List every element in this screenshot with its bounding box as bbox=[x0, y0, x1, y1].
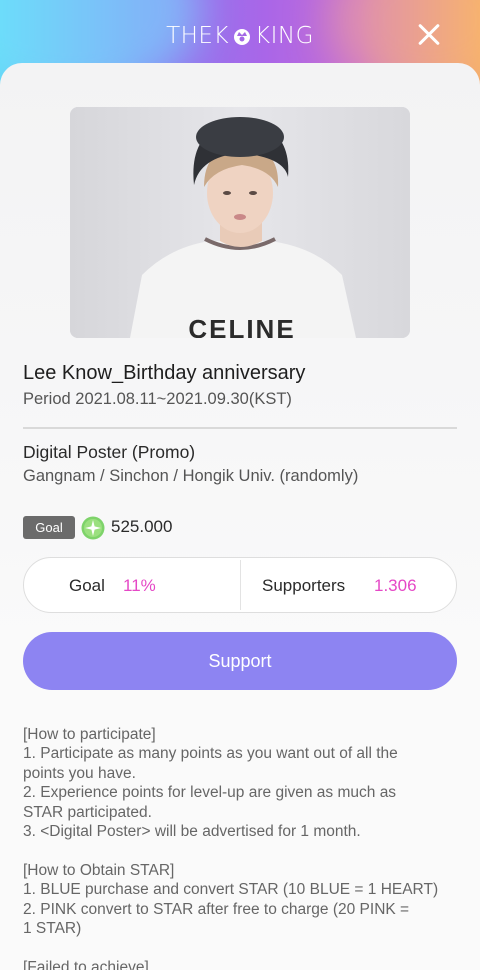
notes-line: STAR participated. bbox=[23, 803, 152, 821]
notes-line bbox=[23, 841, 463, 860]
notes-line: 1 STAR) bbox=[23, 920, 82, 938]
notes-section: [How to participate] 1. Participate as m… bbox=[23, 725, 463, 970]
reward-locations: Gangnam / Sinchon / Hongik Univ. (random… bbox=[23, 467, 359, 485]
goal-badge: Goal bbox=[23, 516, 75, 539]
project-period: Period 2021.08.11~2021.09.30(KST) bbox=[23, 390, 292, 408]
crown-icon bbox=[234, 29, 251, 45]
goal-amount: 525.000 bbox=[111, 517, 173, 536]
reward-title: Digital Poster (Promo) bbox=[23, 442, 196, 462]
close-button[interactable] bbox=[414, 20, 444, 50]
artist-portrait-image: CELINE bbox=[70, 107, 410, 338]
notes-line: [Failed to achieve] bbox=[23, 958, 149, 970]
goal-label: Goal bbox=[69, 576, 105, 595]
notes-line: points you have. bbox=[23, 764, 136, 782]
notes-line: 2. Experience points for level-up are gi… bbox=[23, 784, 397, 802]
logo-text-right: KING bbox=[255, 23, 314, 49]
notes-line: 1. BLUE purchase and convert STAR (10 BL… bbox=[23, 881, 439, 899]
notes-line: 1. Participate as many points as you wan… bbox=[23, 745, 398, 763]
notes-line: 3. <Digital Poster> will be advertised f… bbox=[23, 823, 361, 841]
project-photo: CELINE bbox=[70, 107, 410, 338]
notes-line bbox=[23, 938, 463, 957]
supporters-count: 1.306 bbox=[374, 576, 417, 595]
notes-line: [How to Obtain STAR] bbox=[23, 861, 175, 879]
star-icon bbox=[81, 516, 105, 540]
supporters-label: Supporters bbox=[262, 576, 346, 595]
notes-line: [How to participate] bbox=[23, 726, 156, 743]
notes-line: 2. PINK convert to STAR after free to ch… bbox=[23, 900, 410, 918]
support-button[interactable]: Support bbox=[23, 632, 457, 690]
project-title: Lee Know_Birthday anniversary bbox=[23, 362, 306, 384]
section-divider bbox=[23, 427, 457, 429]
goal-percent: 11% bbox=[123, 576, 156, 595]
stats-divider bbox=[240, 560, 241, 610]
app-logo: THEK KING bbox=[0, 20, 480, 52]
logo-text-left: THEK bbox=[166, 23, 230, 49]
shirt-print-text: CELINE bbox=[188, 314, 295, 338]
